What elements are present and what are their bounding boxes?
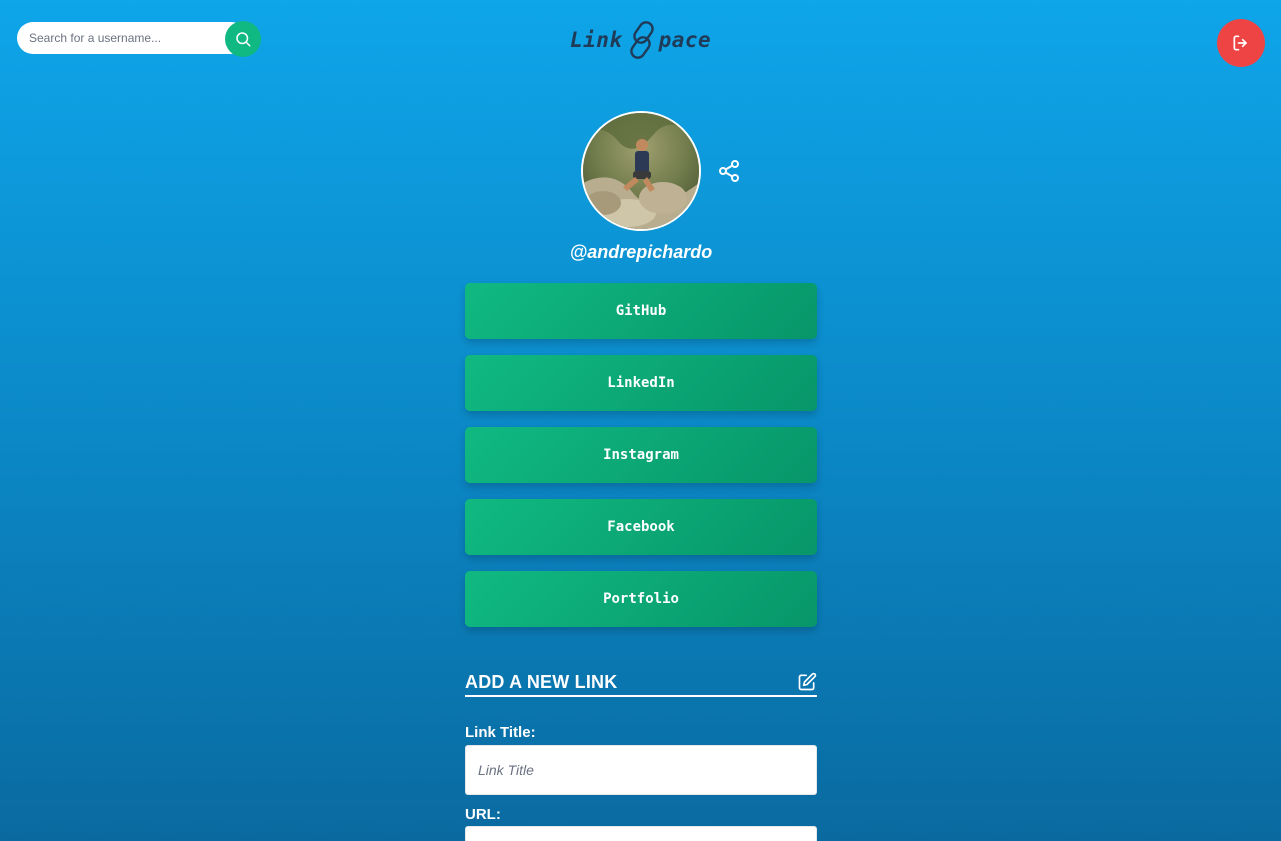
link-list: GitHub LinkedIn Instagram Facebook Portf… — [465, 283, 817, 643]
logo-text-pace: pace — [658, 28, 712, 52]
link-button-github[interactable]: GitHub — [465, 283, 817, 339]
search-input[interactable] — [17, 22, 247, 54]
add-link-header: ADD A NEW LINK — [465, 669, 817, 697]
logout-button[interactable] — [1217, 19, 1265, 67]
app-logo[interactable]: Link pace — [570, 18, 712, 62]
link-button-linkedin[interactable]: LinkedIn — [465, 355, 817, 411]
edit-icon[interactable] — [797, 672, 817, 692]
link-button-portfolio[interactable]: Portfolio — [465, 571, 817, 627]
chain-link-s-icon — [629, 21, 654, 59]
avatar-photo — [583, 113, 699, 229]
link-button-facebook[interactable]: Facebook — [465, 499, 817, 555]
username: @andrepichardo — [569, 242, 713, 262]
avatar — [581, 111, 701, 231]
search-icon — [236, 32, 251, 47]
search-bar — [17, 21, 261, 57]
url-input[interactable] — [465, 826, 817, 841]
add-link-title: ADD A NEW LINK — [465, 671, 618, 692]
url-label: URL: — [465, 806, 501, 823]
search-button[interactable] — [225, 21, 261, 57]
logo-text-link: Link — [570, 28, 623, 52]
link-button-instagram[interactable]: Instagram — [465, 427, 817, 483]
share-icon[interactable] — [717, 159, 741, 183]
link-title-input[interactable] — [465, 745, 817, 795]
link-title-label: Link Title: — [465, 724, 536, 741]
logout-icon — [1233, 35, 1247, 51]
